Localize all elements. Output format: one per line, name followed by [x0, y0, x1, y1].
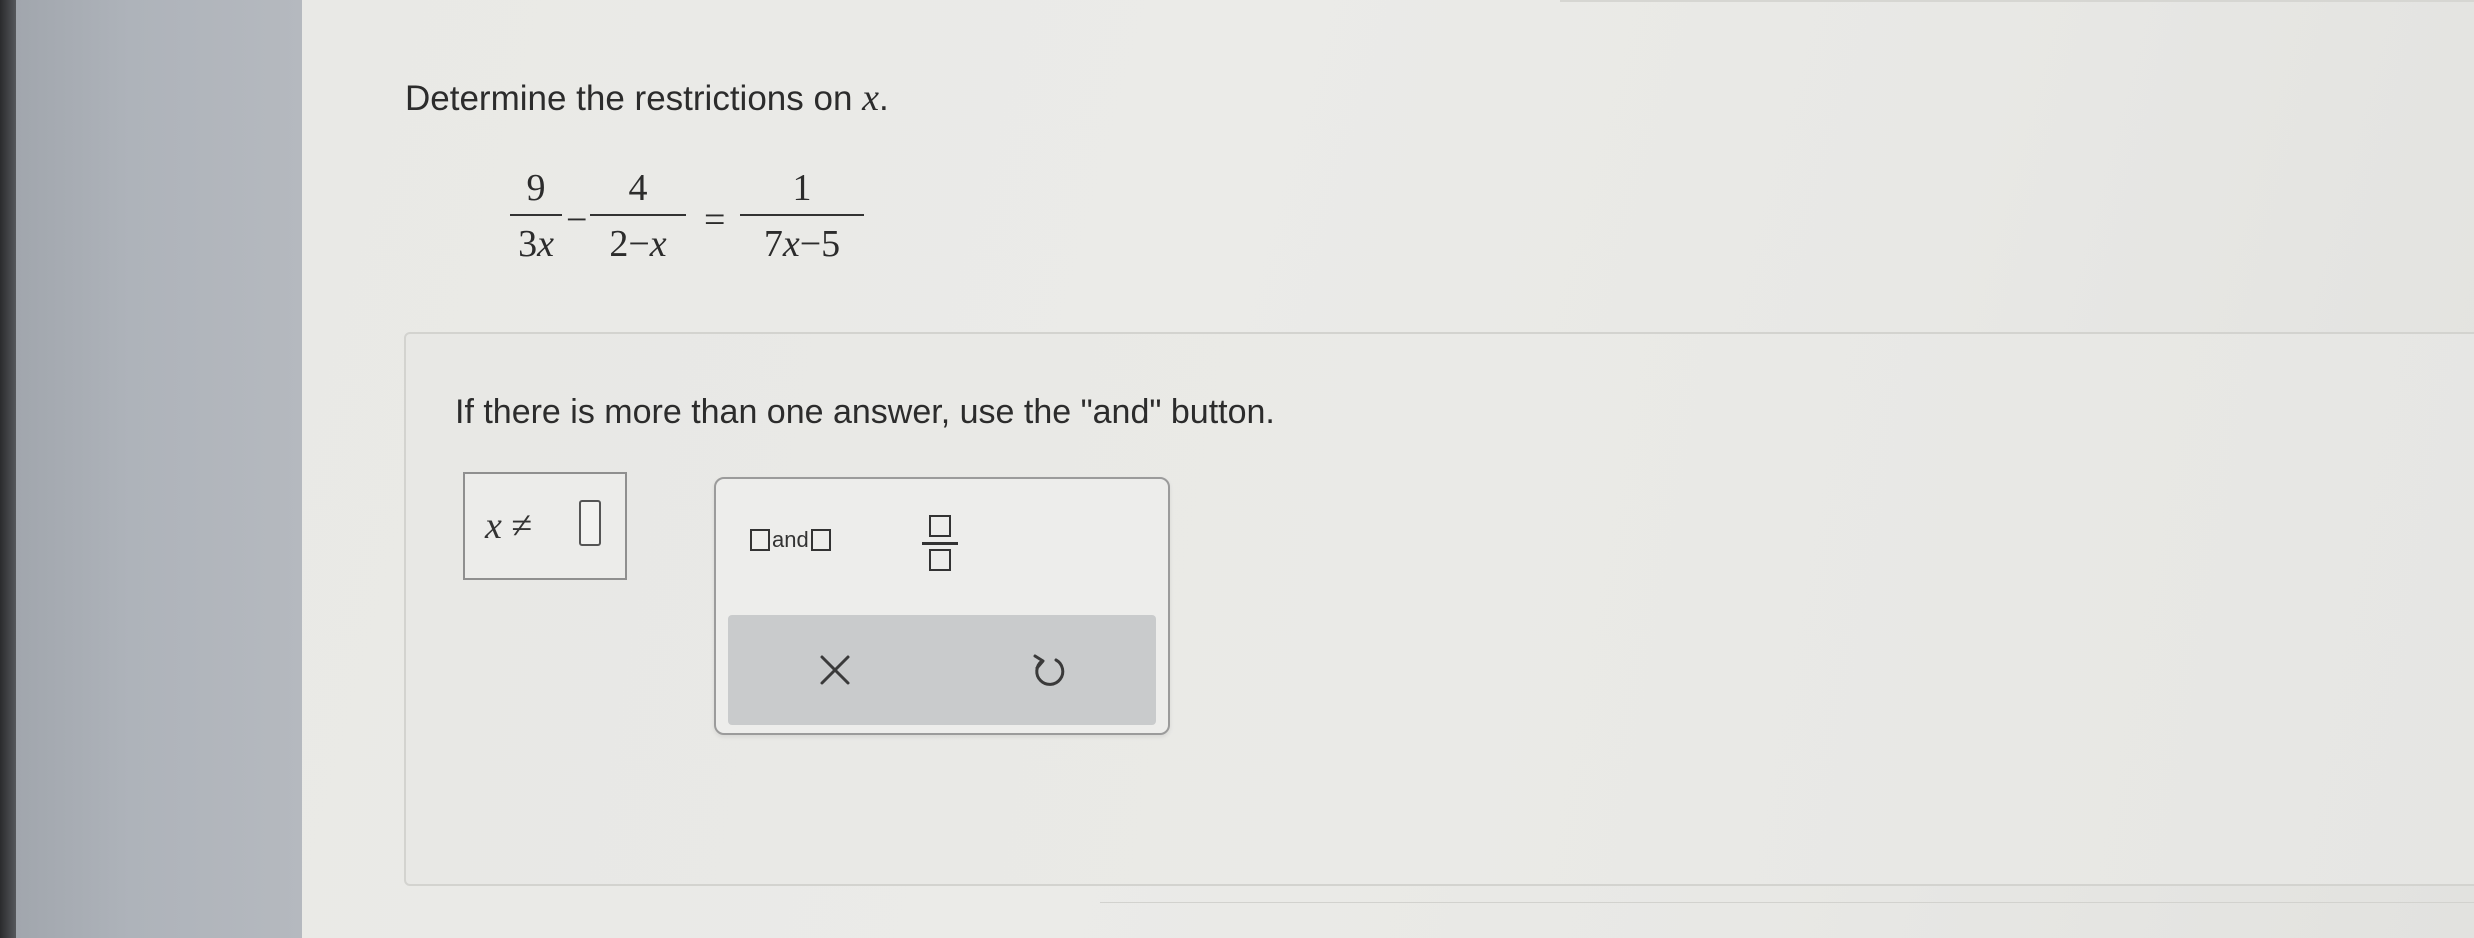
prompt-text: Determine the restrictions on: [405, 79, 863, 118]
term-3-denominator: 7x−5: [763, 223, 841, 265]
fraction-term-1: 9 3x: [510, 166, 562, 266]
answer-label: x ≠: [485, 505, 533, 547]
screen-bezel: [0, 0, 16, 938]
placeholder-box-icon: [750, 529, 770, 551]
fraction-bar: [510, 214, 562, 216]
math-palette: and: [714, 477, 1170, 735]
minus-operator: −: [566, 199, 588, 241]
term-3-numerator: 1: [792, 167, 812, 209]
equals-sign: =: [704, 199, 726, 241]
term-1-denominator: 3x: [518, 223, 554, 265]
close-icon: [820, 655, 850, 685]
fraction-bar-icon: [922, 542, 958, 545]
term-2-numerator: 4: [628, 167, 648, 209]
term-2-denominator: 2−x: [609, 223, 667, 265]
numerator-box-icon: [929, 515, 951, 537]
undo-icon: [1033, 654, 1065, 686]
fraction-bar: [740, 214, 864, 216]
question-prompt: Determine the restrictions on x.: [405, 76, 889, 120]
top-divider: [1560, 0, 2474, 2]
fraction-term-3: 1 7x−5: [740, 166, 864, 266]
left-sidebar-panel: [16, 0, 302, 938]
fraction-term-2: 4 2−x: [590, 166, 686, 266]
bottom-divider: [1100, 902, 2474, 903]
reset-button[interactable]: [1024, 645, 1074, 695]
and-label: and: [772, 527, 809, 552]
answer-input-box[interactable]: x ≠: [463, 472, 627, 580]
prompt-variable: x: [862, 77, 880, 119]
answer-input-field[interactable]: [579, 500, 601, 546]
clear-button[interactable]: [810, 645, 860, 695]
fraction-button[interactable]: [922, 515, 958, 579]
placeholder-box-icon: [810, 529, 831, 551]
palette-action-bar: [728, 615, 1156, 725]
prompt-period: .: [879, 79, 889, 118]
term-1-numerator: 9: [526, 167, 546, 209]
and-button[interactable]: and: [750, 523, 831, 557]
fraction-bar: [590, 214, 686, 216]
denominator-box-icon: [929, 549, 951, 571]
instruction-text: If there is more than one answer, use th…: [455, 393, 1275, 431]
